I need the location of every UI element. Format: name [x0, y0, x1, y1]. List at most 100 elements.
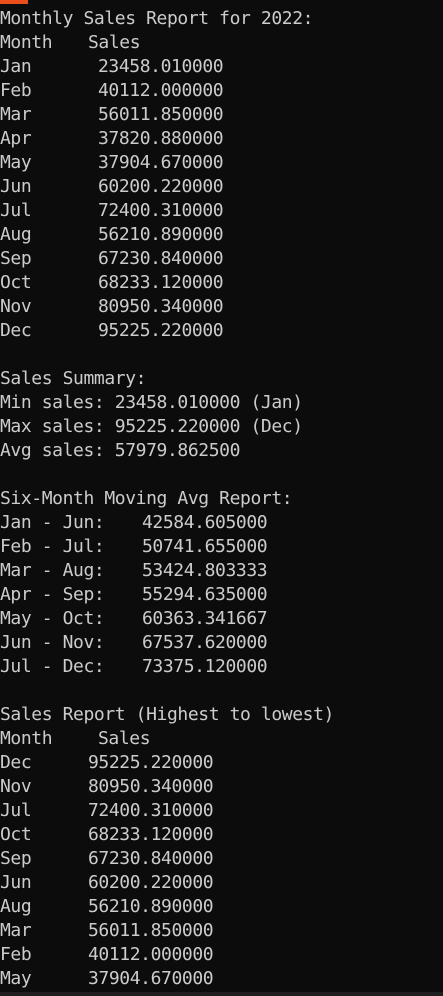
summary-avg: Avg sales: 57979.862500: [0, 440, 241, 461]
console-output[interactable]: Monthly Sales Report for 2022: Month Sale…: [0, 7, 443, 996]
column-header-month: Month: [0, 32, 53, 53]
moving-avg-heading: Six-Month Moving Avg Report:: [0, 488, 293, 509]
table-row: Nov 80950.340000: [0, 295, 443, 319]
table-row: May 37904.670000: [0, 967, 443, 991]
sales-cell: 80950.340000: [88, 776, 214, 797]
month-cell: Sep: [0, 248, 32, 269]
range-label: Jan - Jun:: [0, 512, 105, 533]
month-cell: Apr: [0, 128, 32, 149]
table-row: Dec 95225.220000: [0, 319, 443, 343]
table-row: Jan 23458.010000: [0, 55, 443, 79]
month-cell: Jun: [0, 176, 32, 197]
column-header-sales: Sales: [88, 32, 141, 53]
range-label: Feb - Jul:: [0, 536, 105, 557]
summary-max: Max sales: 95225.220000 (Dec): [0, 416, 303, 437]
list-item: May - Oct: 60363.341667: [0, 607, 443, 631]
summary-min: Min sales: 23458.010000 (Jan): [0, 392, 303, 413]
sales-cell: 37904.670000: [88, 968, 214, 989]
month-cell: May: [0, 152, 32, 173]
sales-cell: 40112.000000: [98, 80, 224, 101]
table-row: Jun 60200.220000: [0, 175, 443, 199]
month-cell: Aug: [0, 224, 32, 245]
range-value: 42584.605000: [142, 512, 268, 533]
sorted-table: Dec 95225.220000 Nov 80950.340000 Jul 72400…: [0, 751, 443, 991]
table-row: Mar 56011.850000: [0, 103, 443, 127]
range-value: 67537.620000: [142, 632, 268, 653]
sales-cell: 60200.220000: [98, 176, 224, 197]
table-row: Nov 80950.340000: [0, 775, 443, 799]
month-cell: Jan: [0, 56, 32, 77]
list-item: Jan - Jun: 42584.605000: [0, 511, 443, 535]
sales-cell: 37820.880000: [98, 128, 224, 149]
sales-cell: 67230.840000: [98, 248, 224, 269]
month-cell: Sep: [0, 848, 32, 869]
table-row: Aug 56210.890000: [0, 223, 443, 247]
summary-heading: Sales Summary:: [0, 368, 147, 389]
sales-cell: 56011.850000: [98, 104, 224, 125]
moving-avg-table: Jan - Jun: 42584.605000 Feb - Jul: 50741.6…: [0, 511, 443, 679]
range-value: 53424.803333: [142, 560, 268, 581]
list-item: Apr - Sep: 55294.635000: [0, 583, 443, 607]
column-header-month: Month: [0, 728, 53, 749]
range-value: 73375.120000: [142, 656, 268, 677]
column-header-sales: Sales: [98, 728, 151, 749]
month-cell: Oct: [0, 272, 32, 293]
sales-cell: 72400.310000: [98, 200, 224, 221]
table-row: Sep 67230.840000: [0, 247, 443, 271]
table-row: Jun 60200.220000: [0, 871, 443, 895]
range-label: Apr - Sep:: [0, 584, 105, 605]
list-item: Mar - Aug: 53424.803333: [0, 559, 443, 583]
sales-cell: 72400.310000: [88, 800, 214, 821]
list-item: Jun - Nov: 67537.620000: [0, 631, 443, 655]
bottom-edge: [0, 992, 443, 996]
monthly-header-row: Month Sales: [0, 31, 443, 55]
sales-cell: 56210.890000: [88, 896, 214, 917]
monthly-heading: Monthly Sales Report for 2022:: [0, 8, 314, 29]
table-row: Feb 40112.000000: [0, 79, 443, 103]
month-cell: Nov: [0, 296, 32, 317]
sales-cell: 56011.850000: [88, 920, 214, 941]
month-cell: Jun: [0, 872, 32, 893]
table-row: Feb 40112.000000: [0, 943, 443, 967]
sales-cell: 80950.340000: [98, 296, 224, 317]
sales-cell: 37904.670000: [98, 152, 224, 173]
month-cell: Nov: [0, 776, 32, 797]
table-row: Oct 68233.120000: [0, 823, 443, 847]
table-row: Sep 67230.840000: [0, 847, 443, 871]
sales-cell: 40112.000000: [88, 944, 214, 965]
monthly-table: Jan 23458.010000 Feb 40112.000000 Mar 56011…: [0, 55, 443, 343]
month-cell: May: [0, 968, 32, 989]
sales-cell: 95225.220000: [88, 752, 214, 773]
sales-cell: 60200.220000: [88, 872, 214, 893]
month-cell: Mar: [0, 920, 32, 941]
sales-cell: 67230.840000: [88, 848, 214, 869]
month-cell: Oct: [0, 824, 32, 845]
month-cell: Mar: [0, 104, 32, 125]
sales-cell: 23458.010000: [98, 56, 224, 77]
table-row: Dec 95225.220000: [0, 751, 443, 775]
month-cell: Jul: [0, 200, 32, 221]
month-cell: Feb: [0, 944, 32, 965]
table-row: Aug 56210.890000: [0, 895, 443, 919]
range-value: 55294.635000: [142, 584, 268, 605]
sales-cell: 68233.120000: [88, 824, 214, 845]
range-value: 50741.655000: [142, 536, 268, 557]
range-label: May - Oct:: [0, 608, 105, 629]
sales-cell: 68233.120000: [98, 272, 224, 293]
table-row: Apr 37820.880000: [0, 127, 443, 151]
month-cell: Dec: [0, 320, 32, 341]
sales-cell: 95225.220000: [98, 320, 224, 341]
month-cell: Feb: [0, 80, 32, 101]
month-cell: Dec: [0, 752, 32, 773]
titlebar-accent: [0, 0, 28, 4]
table-row: Jul 72400.310000: [0, 799, 443, 823]
month-cell: Aug: [0, 896, 32, 917]
table-row: Oct 68233.120000: [0, 271, 443, 295]
table-row: Jul 72400.310000: [0, 199, 443, 223]
range-label: Mar - Aug:: [0, 560, 105, 581]
range-label: Jun - Nov:: [0, 632, 105, 653]
range-value: 60363.341667: [142, 608, 268, 629]
